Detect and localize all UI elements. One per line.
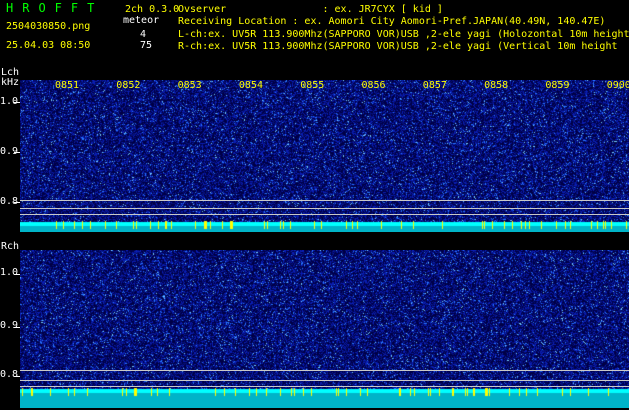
reference-line (20, 214, 629, 215)
y-axis-tick (14, 202, 20, 203)
location-info: Receiving Location : ex. Aomori City Aom… (178, 16, 606, 27)
y-axis-tick (14, 327, 20, 328)
time-tick-label: 0857 (422, 80, 447, 91)
meteor-count-rch: 75 (140, 40, 153, 51)
y-axis-tick (14, 152, 20, 153)
reference-line (20, 386, 629, 387)
time-tick-label: 0855 (300, 80, 325, 91)
time-tick-label: 0859 (545, 80, 570, 91)
y-axis-tick (14, 102, 20, 103)
reference-line (20, 200, 629, 201)
lch-unit-label: kHz (1, 77, 20, 88)
time-tick-label: 0852 (116, 80, 141, 91)
rch-ytick-label: 1.0 (0, 267, 19, 278)
time-tick-label: 0900 (606, 80, 629, 91)
rch-spectrogram-canvas (20, 250, 629, 408)
filename-label: 2504030850.png (6, 21, 91, 32)
app-title: HROFFT (6, 1, 104, 15)
reference-line (20, 370, 629, 371)
rch-receiver-info: R-ch:ex. UV5R 113.900Mhz(SAPPORO VOR)USB… (178, 41, 618, 52)
rch-ytick-label: 0.9 (0, 320, 19, 331)
time-tick-label: 0854 (238, 80, 263, 91)
datetime-label: 25.04.03 08:50 (6, 40, 91, 51)
y-axis-tick (14, 376, 20, 377)
time-tick-label: 0856 (361, 80, 386, 91)
reference-line (20, 208, 629, 209)
reference-line (20, 380, 629, 381)
lch-spectrogram: 0851 0852 0853 0854 0855 0856 0857 0858 0859 0900 (20, 80, 629, 232)
time-tick-label: 0858 (484, 80, 509, 91)
rch-label: Rch (1, 241, 20, 252)
rch-spectrogram (20, 250, 629, 408)
time-tick-label: 0851 (55, 80, 80, 91)
time-tick-label: 0853 (177, 80, 202, 91)
rch-ytick-label: 0.8 (0, 369, 19, 380)
y-axis-tick (14, 274, 20, 275)
lch-spectrogram-canvas (20, 80, 629, 232)
meteor-label: meteor (123, 15, 160, 26)
